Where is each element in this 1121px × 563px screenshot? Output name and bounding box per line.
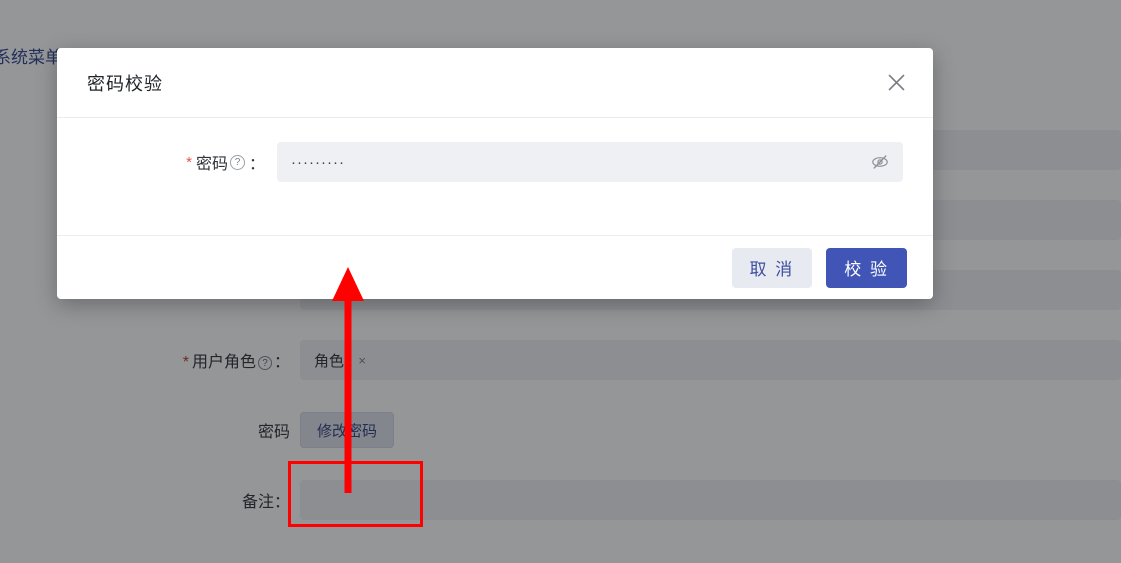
- password-verify-dialog: 密码校验 * 密码?： ········· 取 消 校 验: [57, 48, 933, 299]
- eye-off-icon[interactable]: [869, 151, 891, 173]
- password-field-control: [277, 142, 903, 182]
- password-input[interactable]: [277, 142, 903, 182]
- app-root: 系统菜单 *电话： 15010829375 *用户角色?：: [0, 0, 1121, 563]
- dialog-header: 密码校验: [57, 48, 933, 118]
- cancel-button[interactable]: 取 消: [731, 247, 813, 288]
- password-field-label: * 密码?：: [87, 150, 277, 174]
- dialog-body: * 密码?：: [57, 118, 933, 235]
- password-field-row: * 密码?：: [87, 142, 903, 182]
- required-asterisk-icon: *: [186, 153, 192, 171]
- verify-button[interactable]: 校 验: [826, 247, 907, 288]
- password-field-label-text: 密码: [195, 156, 228, 173]
- help-circle-icon[interactable]: ?: [229, 154, 245, 170]
- password-field-colon: ：: [248, 156, 265, 173]
- close-icon[interactable]: [883, 70, 909, 96]
- dialog-title: 密码校验: [87, 73, 163, 94]
- dialog-footer: 取 消 校 验: [57, 235, 933, 299]
